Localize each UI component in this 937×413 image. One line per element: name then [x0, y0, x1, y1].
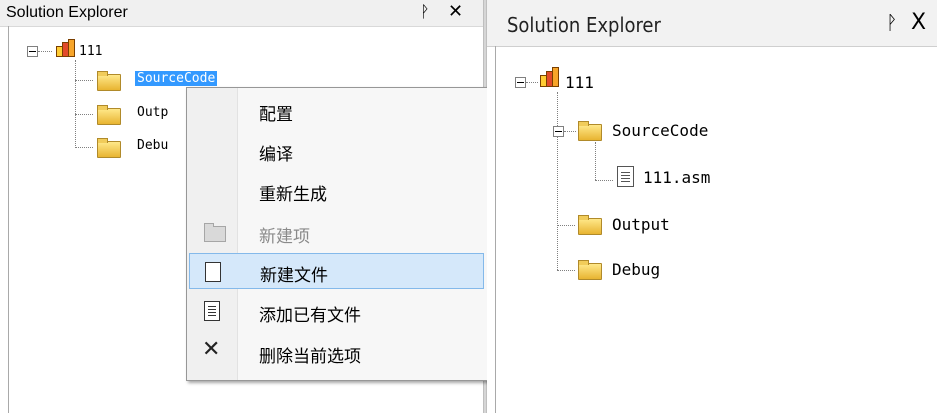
- menu-item-new-file[interactable]: 新建文件: [189, 253, 484, 289]
- file-icon: [617, 166, 634, 187]
- collapse-toggle[interactable]: [553, 126, 564, 137]
- folder-icon: [97, 105, 121, 125]
- menu-item-rebuild[interactable]: 重新生成: [189, 172, 484, 208]
- tree-project-label[interactable]: 111: [79, 44, 102, 59]
- tree-connector: [557, 225, 575, 226]
- close-icon[interactable]: ✕: [448, 1, 463, 22]
- tree-item-output[interactable]: Output: [612, 215, 670, 234]
- tree-connector: [595, 180, 613, 181]
- tree-connector: [75, 60, 76, 148]
- folder-icon: [578, 260, 602, 280]
- tree-connector: [75, 147, 93, 148]
- tree-connector: [564, 131, 576, 132]
- folder-icon: [578, 215, 602, 235]
- tree-connector: [38, 51, 52, 52]
- delete-icon: ✕: [202, 337, 221, 362]
- menu-item-label: 删除当前选项: [259, 347, 361, 367]
- tree-connector: [75, 80, 93, 81]
- menu-item-label: 添加已有文件: [259, 306, 361, 326]
- pin-icon[interactable]: ᚹ: [886, 12, 897, 34]
- panel-title: Solution Explorer: [6, 4, 128, 21]
- panel-title: Solution Explorer: [507, 13, 661, 37]
- panel-titlebar: Solution Explorer ᚹ X: [487, 0, 937, 47]
- pin-icon[interactable]: ᚹ: [420, 2, 430, 21]
- folder-icon: [97, 71, 121, 91]
- panel-border: [495, 46, 496, 413]
- tree-connector: [526, 82, 538, 83]
- tree-item-sourcecode[interactable]: SourceCode: [135, 71, 218, 86]
- menu-item-delete[interactable]: ✕ 删除当前选项: [189, 334, 484, 370]
- menu-item-new-item: 新建项: [189, 214, 484, 250]
- tree-project-label[interactable]: 111: [565, 73, 594, 92]
- tree-connector: [557, 270, 575, 271]
- tree-connector: [595, 142, 596, 180]
- project-icon: [540, 67, 559, 87]
- tree-item-debug[interactable]: Debug: [612, 260, 660, 279]
- project-icon: [56, 39, 75, 57]
- panel-titlebar: Solution Explorer ᚹ ✕: [0, 0, 483, 27]
- tree-item-sourcecode[interactable]: SourceCode: [612, 121, 708, 140]
- tree-item-debug[interactable]: Debu: [137, 138, 168, 153]
- menu-item-compile[interactable]: 编译: [189, 132, 484, 168]
- tree-item-file[interactable]: 111.asm: [643, 168, 710, 187]
- file-icon: [204, 301, 220, 321]
- folder-icon: [97, 138, 121, 158]
- new-file-icon: [205, 262, 221, 282]
- folder-icon: [578, 121, 602, 141]
- collapse-toggle[interactable]: [515, 77, 526, 88]
- tree-item-output[interactable]: Outp: [137, 105, 168, 120]
- menu-item-configure[interactable]: 配置: [189, 92, 484, 128]
- menu-item-add-existing-file[interactable]: 添加已有文件: [189, 293, 484, 329]
- close-icon[interactable]: X: [911, 10, 926, 35]
- menu-item-label: 新建项: [259, 227, 310, 247]
- menu-item-label: 配置: [259, 105, 293, 125]
- tree-connector: [75, 114, 93, 115]
- menu-item-label: 编译: [259, 145, 293, 165]
- context-menu: 配置 编译 重新生成 新建项 新建文件 添加已有文件 ✕ 删除当前选项: [186, 87, 489, 381]
- collapse-toggle[interactable]: [27, 46, 38, 57]
- tree-connector: [557, 92, 558, 270]
- folder-icon: [204, 223, 226, 242]
- panel-border: [8, 26, 9, 413]
- menu-item-label: 重新生成: [259, 185, 327, 205]
- solution-explorer-right: Solution Explorer ᚹ X 111 SourceCode 111…: [487, 0, 937, 413]
- menu-item-label: 新建文件: [260, 266, 328, 286]
